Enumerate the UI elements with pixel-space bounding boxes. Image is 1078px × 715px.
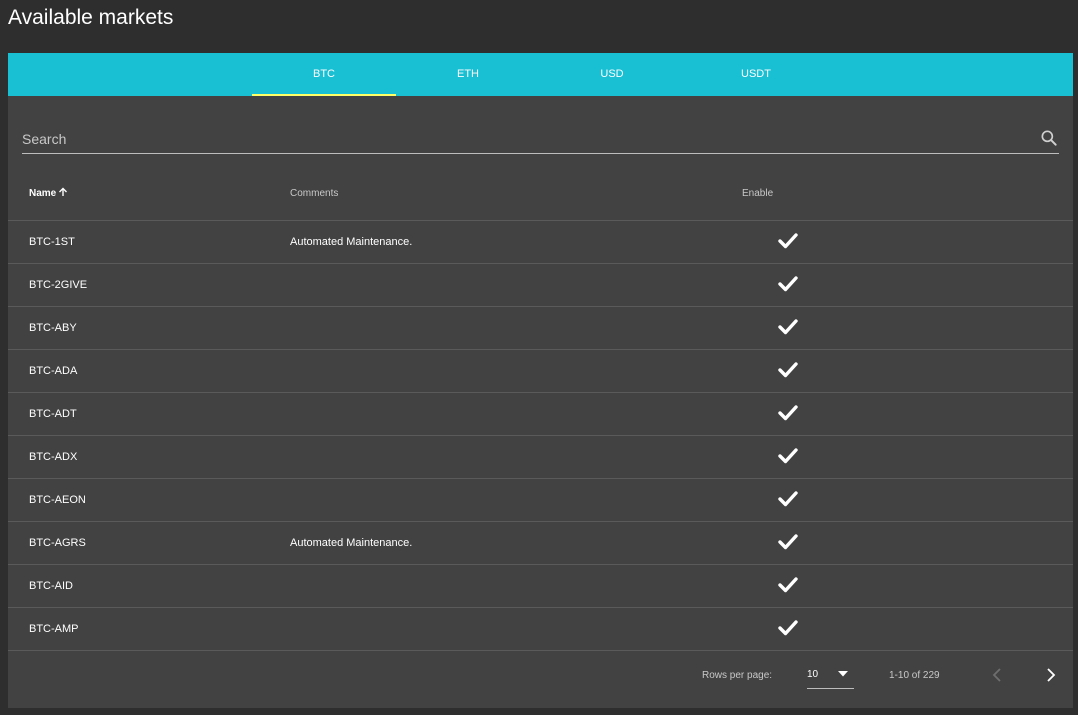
enabled-status[interactable] xyxy=(778,232,798,252)
enabled-status[interactable] xyxy=(778,576,798,596)
markets-card: BTC ETH USD USDT Name Comments Enable BT… xyxy=(8,53,1073,708)
enabled-status[interactable] xyxy=(778,619,798,639)
enabled-status[interactable] xyxy=(778,318,798,338)
enabled-status[interactable] xyxy=(778,404,798,424)
column-header-enable[interactable]: Enable xyxy=(742,170,773,220)
check-icon xyxy=(778,405,798,421)
table-row[interactable]: BTC-1ST Automated Maintenance. xyxy=(8,221,1073,264)
table-body: BTC-1ST Automated Maintenance. BTC-2GIVE BT… xyxy=(8,221,1073,651)
enabled-status[interactable] xyxy=(778,490,798,510)
search-field xyxy=(22,127,1059,154)
arrow-up-icon xyxy=(59,187,68,197)
rows-per-page-label: Rows per page: xyxy=(702,670,773,681)
enabled-status[interactable] xyxy=(778,361,798,381)
table-row[interactable]: BTC-AEON xyxy=(8,479,1073,522)
table-row[interactable]: BTC-AMP xyxy=(8,608,1073,651)
check-icon xyxy=(778,362,798,378)
market-name: BTC-ADA xyxy=(29,365,78,377)
market-comment: Automated Maintenance. xyxy=(290,236,413,248)
tab-usdt[interactable]: USDT xyxy=(684,53,828,96)
market-name: BTC-2GIVE xyxy=(29,279,88,291)
check-icon xyxy=(778,534,798,550)
table-header: Name Comments Enable xyxy=(8,170,1073,221)
enabled-status[interactable] xyxy=(778,275,798,295)
table-row[interactable]: BTC-ADT xyxy=(8,393,1073,436)
table-row[interactable]: BTC-ADA xyxy=(8,350,1073,393)
check-icon xyxy=(778,620,798,636)
market-name: BTC-AMP xyxy=(29,623,79,635)
tab-eth[interactable]: ETH xyxy=(396,53,540,96)
market-comment: Automated Maintenance. xyxy=(290,537,413,549)
check-icon xyxy=(778,233,798,249)
table-row[interactable]: BTC-ABY xyxy=(8,307,1073,350)
chevron-left-icon[interactable] xyxy=(988,665,1008,685)
column-header-name[interactable]: Name xyxy=(29,170,68,220)
column-header-comments[interactable]: Comments xyxy=(290,170,338,220)
chevron-right-icon[interactable] xyxy=(1040,665,1060,685)
market-name: BTC-AID xyxy=(29,580,73,592)
tab-btc[interactable]: BTC xyxy=(252,53,396,96)
table-row[interactable]: BTC-ADX xyxy=(8,436,1073,479)
market-name: BTC-ABY xyxy=(29,322,77,334)
caret-down-icon xyxy=(838,671,848,677)
page-range: 1-10 of 229 xyxy=(889,670,940,681)
check-icon xyxy=(778,491,798,507)
column-header-name-label: Name xyxy=(29,188,57,199)
tab-usd[interactable]: USD xyxy=(540,53,684,96)
enabled-status[interactable] xyxy=(778,447,798,467)
market-name: BTC-AEON xyxy=(29,494,86,506)
search-icon[interactable] xyxy=(1039,128,1059,148)
enabled-status[interactable] xyxy=(778,533,798,553)
table-row[interactable]: BTC-AGRS Automated Maintenance. xyxy=(8,522,1073,565)
rows-per-page-select[interactable]: 10 xyxy=(807,663,854,689)
market-name: BTC-ADT xyxy=(29,408,77,420)
search-input[interactable] xyxy=(22,129,1012,149)
check-icon xyxy=(778,448,798,464)
check-icon xyxy=(778,276,798,292)
check-icon xyxy=(778,319,798,335)
table-row[interactable]: BTC-AID xyxy=(8,565,1073,608)
check-icon xyxy=(778,577,798,593)
market-name: BTC-1ST xyxy=(29,236,75,248)
market-name: BTC-AGRS xyxy=(29,537,86,549)
table-row[interactable]: BTC-2GIVE xyxy=(8,264,1073,307)
markets-table: Name Comments Enable BTC-1ST Automated Ma… xyxy=(8,170,1073,651)
rows-per-page-value: 10 xyxy=(807,669,819,680)
market-name: BTC-ADX xyxy=(29,451,78,463)
pagination: Rows per page: 10 1-10 of 229 xyxy=(8,653,1073,701)
market-tabs: BTC ETH USD USDT xyxy=(8,53,1073,96)
page-title: Available markets xyxy=(8,6,174,29)
